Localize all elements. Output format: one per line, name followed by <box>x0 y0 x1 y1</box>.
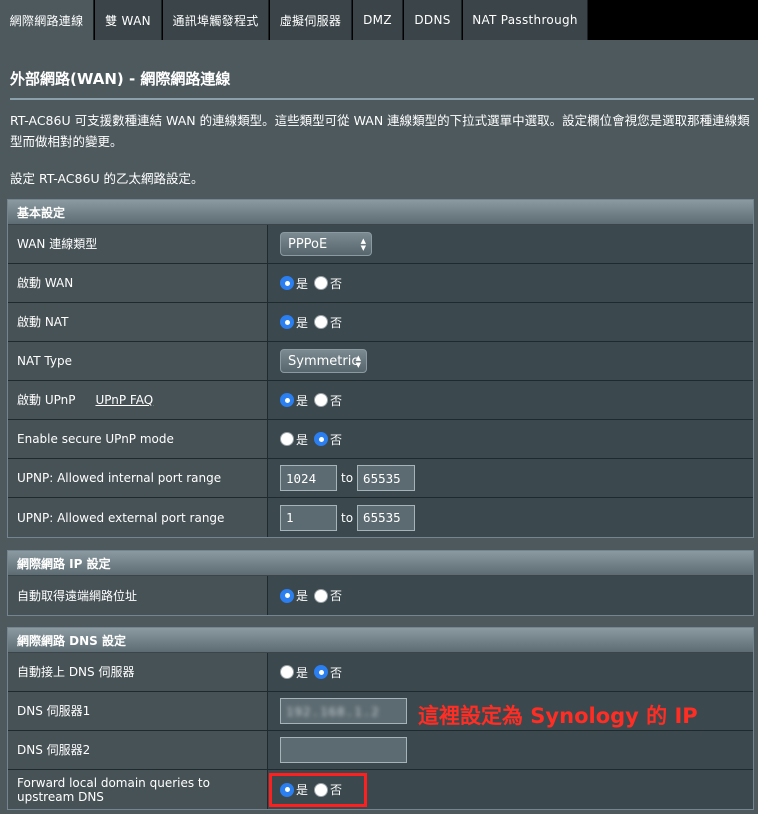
row-label: Enable secure UPnP mode <box>8 420 268 458</box>
enable-nat-row: 啟動 NAT 是 否 <box>8 303 753 342</box>
row-label: 啟動 UPnP UPnP FAQ <box>8 381 268 419</box>
radio-label: 是 <box>296 589 309 603</box>
external-port-from-input[interactable]: 1 <box>280 504 337 531</box>
section-header: 網際網路 IP 設定 <box>8 551 753 576</box>
radio-label: 否 <box>330 315 343 330</box>
page-description-ethernet: 設定 RT-AC86U 的乙太網路設定。 <box>10 171 204 186</box>
external-port-to-input[interactable]: 65535 <box>357 504 416 531</box>
tab-internet-connection[interactable]: 網際網路連線 <box>0 0 94 40</box>
radio-label: 是 <box>296 665 309 680</box>
title-divider <box>10 98 754 100</box>
external-port-range-row: UPNP: Allowed external port range 1 to 6… <box>8 498 753 537</box>
upnp-no-radio[interactable]: 否 <box>314 392 346 409</box>
dns2-row: DNS 伺服器2 <box>8 731 753 770</box>
to-label: to <box>341 471 354 485</box>
upnp-label: 啟動 UPnP <box>17 393 76 407</box>
row-label: 自動取得遠端網路位址 <box>8 576 268 615</box>
row-label: DNS 伺服器2 <box>8 731 268 769</box>
row-label: UPNP: Allowed external port range <box>8 498 268 537</box>
dns1-input[interactable]: 192.168.1.2 <box>280 698 407 724</box>
row-label: 自動接上 DNS 伺服器 <box>8 653 268 691</box>
radio-selected-icon <box>280 588 294 603</box>
radio-empty-icon <box>314 588 329 603</box>
radio-label: 否 <box>330 589 343 603</box>
dns1-value-blurred: 192.168.1.2 <box>286 703 380 719</box>
radio-selected-icon <box>314 665 329 679</box>
enable-nat-no-radio[interactable]: 否 <box>314 314 346 331</box>
auto-dns-row: 自動接上 DNS 伺服器 是 否 <box>8 653 753 692</box>
radio-empty-icon <box>280 432 294 446</box>
tab-virtual-server[interactable]: 虛擬伺服器 <box>270 0 352 40</box>
internal-port-from-input[interactable]: 1024 <box>280 465 337 491</box>
updown-arrows-icon: ▲ ▼ <box>360 237 366 252</box>
page-title: 外部網路(WAN) - 網際網路連線 <box>10 70 231 88</box>
row-label: Forward local domain queries to upstream… <box>8 770 268 809</box>
enable-upnp-row: 啟動 UPnP UPnP FAQ 是 否 <box>8 381 753 420</box>
select-value: PPPoE <box>288 236 328 252</box>
row-label: DNS 伺服器1 <box>8 692 268 730</box>
tab-dmz[interactable]: DMZ <box>353 0 403 40</box>
row-label: NAT Type <box>8 342 268 380</box>
radio-selected-icon <box>280 276 294 290</box>
auto-ip-row: 自動取得遠端網路位址 是 否 <box>8 576 753 615</box>
tab-port-trigger[interactable]: 通訊埠觸發程式 <box>163 0 269 40</box>
radio-label: 是 <box>296 393 309 408</box>
nat-type-row: NAT Type Symmetric ▲ ▼ <box>8 342 753 381</box>
annotation-text: 這裡設定為 Synology 的 IP <box>418 704 698 728</box>
auto-ip-yes-radio[interactable]: 是 <box>280 587 312 604</box>
wan-type-row: WAN 連線類型 PPPoE ▲ ▼ <box>8 225 753 264</box>
radio-label: 否 <box>330 432 343 447</box>
auto-dns-no-radio[interactable]: 否 <box>314 664 346 681</box>
radio-empty-icon <box>314 315 329 329</box>
upnp-yes-radio[interactable]: 是 <box>280 392 312 409</box>
radio-selected-icon <box>314 432 329 446</box>
radio-label: 是 <box>296 276 309 291</box>
enable-wan-row: 啟動 WAN 是 否 <box>8 264 753 303</box>
dns2-input[interactable] <box>280 737 407 763</box>
section-header: 基本設定 <box>8 200 753 225</box>
upnp-faq-link[interactable]: UPnP FAQ <box>95 393 153 407</box>
row-label: WAN 連線類型 <box>8 225 268 263</box>
radio-label: 否 <box>330 665 343 680</box>
tab-bar: 網際網路連線 雙 WAN 通訊埠觸發程式 虛擬伺服器 DMZ DDNS NAT … <box>0 0 758 40</box>
wan-type-select[interactable]: PPPoE ▲ ▼ <box>280 232 372 256</box>
section-header: 網際網路 DNS 設定 <box>8 628 753 653</box>
tab-nat-passthrough[interactable]: NAT Passthrough <box>463 0 588 40</box>
radio-empty-icon <box>280 665 294 679</box>
internal-port-range-row: UPNP: Allowed internal port range 1024 t… <box>8 459 753 498</box>
enable-wan-no-radio[interactable]: 否 <box>314 275 346 292</box>
internal-port-to-input[interactable]: 65535 <box>357 465 416 491</box>
to-label: to <box>341 510 354 525</box>
radio-empty-icon <box>314 393 329 407</box>
enable-wan-yes-radio[interactable]: 是 <box>280 275 312 292</box>
radio-label: 是 <box>296 315 309 330</box>
nat-type-select[interactable]: Symmetric ▲ ▼ <box>280 349 367 373</box>
page-description: RT-AC86U 可支援數種連結 WAN 的連線類型。這些類型可從 WAN 連線… <box>10 113 750 149</box>
updown-arrows-icon: ▲ ▼ <box>355 354 361 369</box>
enable-nat-yes-radio[interactable]: 是 <box>280 314 312 331</box>
annotation-highlight-box <box>269 773 367 807</box>
radio-selected-icon <box>280 393 294 407</box>
tab-dual-wan[interactable]: 雙 WAN <box>95 0 162 40</box>
secure-upnp-yes-radio[interactable]: 是 <box>280 431 312 448</box>
tab-ddns[interactable]: DDNS <box>404 0 462 40</box>
row-label: 啟動 WAN <box>8 264 268 302</box>
radio-selected-icon <box>280 315 294 329</box>
select-value: Symmetric <box>288 353 359 369</box>
secure-upnp-row: Enable secure UPnP mode 是 否 <box>8 420 753 459</box>
wan-ip-section: 網際網路 IP 設定 自動取得遠端網路位址 是 否 <box>7 550 754 616</box>
row-label: UPNP: Allowed internal port range <box>8 459 268 497</box>
auto-dns-yes-radio[interactable]: 是 <box>280 664 312 681</box>
basic-settings-section: 基本設定 WAN 連線類型 PPPoE ▲ ▼ 啟動 WAN 是 否 啟動 NAT… <box>7 199 754 538</box>
radio-label: 是 <box>296 432 309 447</box>
radio-label: 否 <box>330 276 343 291</box>
auto-ip-no-radio[interactable]: 否 <box>314 587 346 604</box>
radio-label: 否 <box>330 393 343 408</box>
secure-upnp-no-radio[interactable]: 否 <box>314 431 346 448</box>
forward-local-domain-row: Forward local domain queries to upstream… <box>8 770 753 809</box>
row-label: 啟動 NAT <box>8 303 268 341</box>
radio-empty-icon <box>314 276 329 290</box>
